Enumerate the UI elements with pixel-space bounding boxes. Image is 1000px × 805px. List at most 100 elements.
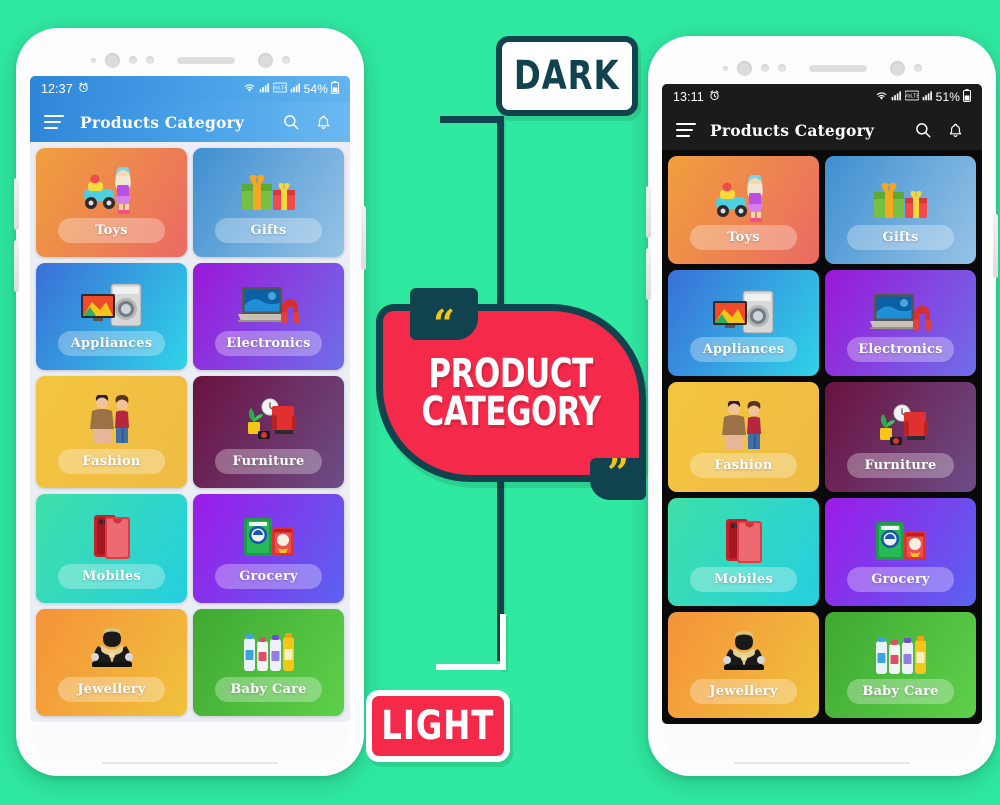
category-card-jewellery[interactable]: Jewellery [668, 612, 819, 718]
proximity-sensor-icon [889, 60, 905, 76]
category-label: Gifts [214, 218, 323, 244]
category-grid-dark: Toys Gifts Appliances Electronics Fashio… [662, 150, 982, 724]
phone-chin [32, 724, 348, 764]
hamburger-menu-icon[interactable] [676, 122, 696, 138]
front-sensor-row [648, 58, 996, 78]
category-card-furniture[interactable]: Furniture [193, 376, 344, 488]
volume-down-button[interactable] [14, 240, 19, 292]
signal-icon [259, 82, 270, 96]
category-card-baby-care[interactable]: Baby Care [193, 608, 344, 716]
category-card-electronics[interactable]: Electronics [193, 263, 344, 371]
category-card-mobiles[interactable]: Mobiles [668, 498, 819, 606]
gift-boxes-icon [240, 164, 298, 218]
signal-icon [922, 90, 933, 104]
alarm-icon [78, 82, 89, 96]
necklace-bust-icon [84, 625, 140, 677]
baby-bottles-icon [241, 625, 297, 677]
category-card-grocery[interactable]: Grocery [193, 493, 344, 603]
category-label: Appliances [689, 337, 798, 362]
search-icon[interactable] [910, 117, 936, 143]
smartphone-icon [724, 514, 764, 567]
earpiece-speaker-icon [808, 64, 867, 72]
status-bar-left: 12:37 [41, 82, 89, 96]
category-card-baby-care[interactable]: Baby Care [825, 612, 976, 718]
gift-boxes-icon [872, 172, 930, 225]
status-time: 12:37 [41, 82, 73, 96]
status-bar: 12:37 VoLTE 54% [30, 76, 350, 102]
close-quote-tab: ” [590, 450, 646, 500]
sensor-dot-icon [913, 64, 922, 72]
category-label: Toys [689, 225, 798, 250]
category-label: Fashion [57, 448, 166, 474]
category-label: Mobiles [689, 567, 798, 592]
volume-up-button[interactable] [646, 186, 651, 238]
sensor-dot-icon [90, 57, 96, 63]
baby-bottles-icon [873, 628, 929, 679]
category-label: Furniture [846, 453, 955, 478]
power-button[interactable] [361, 206, 366, 270]
status-time: 13:11 [673, 90, 704, 104]
category-card-electronics[interactable]: Electronics [825, 270, 976, 376]
open-quote-tab: “ [410, 288, 478, 346]
front-camera-icon [104, 52, 120, 68]
category-card-grocery[interactable]: Grocery [825, 498, 976, 606]
toy-car-doll-icon [82, 164, 142, 218]
sensor-dot-icon [722, 65, 728, 71]
smartphone-icon [92, 510, 132, 564]
category-label: Gifts [846, 225, 955, 250]
category-label: Mobiles [57, 563, 166, 589]
couple-clothing-icon [86, 392, 138, 448]
signal-icon [891, 90, 902, 104]
search-icon[interactable] [278, 109, 304, 135]
category-label: Appliances [57, 331, 166, 357]
power-button[interactable] [993, 214, 998, 278]
category-card-toys[interactable]: Toys [36, 148, 187, 258]
front-camera-icon [736, 60, 752, 76]
front-sensor-row [16, 50, 364, 70]
category-card-jewellery[interactable]: Jewellery [36, 608, 187, 716]
washer-tv-icon [712, 286, 775, 337]
category-label: Grocery [846, 567, 955, 592]
volte-icon: VoLTE [904, 90, 920, 104]
wifi-icon [875, 90, 888, 104]
category-card-gifts[interactable]: Gifts [193, 148, 344, 258]
volume-up-button[interactable] [14, 178, 19, 230]
couple-clothing-icon [718, 398, 770, 453]
signal-icon [290, 82, 301, 96]
label-light-text: LIGHT [381, 703, 495, 749]
battery-percentage: 54% [303, 82, 328, 96]
necklace-bust-icon [716, 628, 772, 679]
sensor-dot-icon [760, 64, 769, 72]
category-card-appliances[interactable]: Appliances [668, 270, 819, 376]
label-light: LIGHT [366, 690, 510, 762]
svg-text:VoLTE: VoLTE [273, 86, 287, 92]
wifi-icon [243, 82, 256, 96]
category-card-fashion[interactable]: Fashion [36, 376, 187, 488]
armchair-plant-icon [874, 398, 928, 453]
category-label: Baby Care [214, 677, 323, 702]
category-card-appliances[interactable]: Appliances [36, 263, 187, 371]
label-dark: DARK [496, 36, 638, 116]
bell-icon[interactable] [310, 109, 336, 135]
bell-icon[interactable] [942, 117, 968, 143]
washer-tv-icon [80, 279, 143, 331]
sensor-dot-icon [145, 56, 154, 64]
category-card-fashion[interactable]: Fashion [668, 382, 819, 492]
category-label: Fashion [689, 453, 798, 478]
app-bar: Products Category [30, 102, 350, 142]
svg-text:VoLTE: VoLTE [905, 94, 919, 100]
category-card-toys[interactable]: Toys [668, 156, 819, 264]
category-label: Toys [57, 218, 166, 244]
category-card-furniture[interactable]: Furniture [825, 382, 976, 492]
category-card-mobiles[interactable]: Mobiles [36, 493, 187, 603]
laptop-headphones-icon [869, 286, 932, 337]
hamburger-menu-icon[interactable] [44, 114, 64, 130]
category-label: Jewellery [57, 677, 166, 702]
category-card-gifts[interactable]: Gifts [825, 156, 976, 264]
category-label: Baby Care [846, 679, 955, 704]
phone-chin [664, 724, 980, 764]
laptop-headphones-icon [237, 279, 300, 331]
product-category-badge: “ PRODUCT CATEGORY ” [368, 288, 654, 500]
connector-light-vertical [500, 614, 506, 670]
battery-icon [330, 81, 340, 97]
